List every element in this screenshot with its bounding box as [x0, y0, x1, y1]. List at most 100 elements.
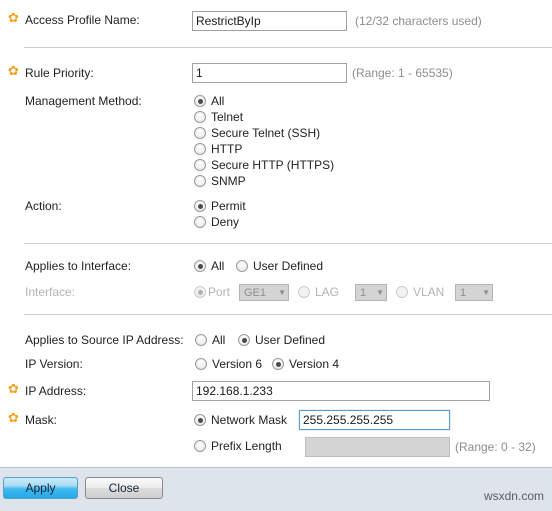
access-profile-name-label: Access Profile Name: — [25, 13, 140, 27]
radio-icon[interactable] — [236, 260, 248, 272]
rule-priority-label-row: Rule Priority: — [25, 66, 94, 80]
chevron-down-icon: ▼ — [482, 287, 490, 297]
asterisk-icon: ✿ — [8, 411, 19, 426]
interface-option-port: Port — [194, 285, 230, 299]
radio-icon[interactable] — [194, 440, 206, 452]
radio-icon[interactable] — [194, 95, 206, 107]
management-method-option-secure-telnet[interactable]: Secure Telnet (SSH) — [194, 126, 320, 140]
watermark: wsxdn.com — [483, 489, 544, 503]
interface-vlan-value: 1 — [460, 286, 467, 299]
ip-version-option-v4[interactable]: Version 4 — [272, 357, 339, 371]
action-option-deny[interactable]: Deny — [194, 215, 239, 229]
management-method-option-http[interactable]: HTTP — [194, 142, 242, 156]
rule-priority-label: Rule Priority: — [25, 66, 94, 80]
asterisk-icon: ✿ — [8, 382, 19, 397]
chevron-down-icon: ▼ — [278, 287, 286, 297]
access-profile-form: ✿ Access Profile Name: (12/32 characters… — [0, 0, 552, 467]
radio-icon[interactable] — [238, 334, 250, 346]
applies-to-interface-option-user-defined[interactable]: User Defined — [236, 259, 323, 273]
management-method-option-telnet[interactable]: Telnet — [194, 110, 243, 124]
radio-icon — [194, 286, 206, 298]
divider-3 — [24, 314, 552, 315]
access-profile-name-input[interactable] — [192, 11, 347, 31]
radio-icon[interactable] — [194, 414, 206, 426]
applies-to-interface-label-row: Applies to Interface: — [25, 259, 131, 273]
mask-label-row: Mask: — [25, 413, 57, 427]
radio-icon[interactable] — [194, 159, 206, 171]
radio-icon[interactable] — [194, 200, 206, 212]
asterisk-icon: ✿ — [8, 64, 19, 79]
management-method-option-label: Secure HTTP (HTTPS) — [211, 158, 335, 172]
management-method-option-snmp[interactable]: SNMP — [194, 174, 246, 188]
asterisk-icon: ✿ — [8, 11, 19, 26]
interface-label: Interface: — [25, 285, 76, 299]
apply-button[interactable]: Apply — [3, 477, 78, 499]
radio-icon[interactable] — [195, 334, 207, 346]
management-method-option-label: Secure Telnet (SSH) — [211, 126, 321, 140]
radio-icon[interactable] — [194, 127, 206, 139]
interface-option-vlan-label: VLAN — [413, 285, 445, 299]
radio-icon[interactable] — [194, 143, 206, 155]
mask-label: Mask: — [25, 413, 58, 427]
applies-to-source-ip-option-all[interactable]: All — [195, 333, 225, 347]
ip-address-input[interactable] — [192, 381, 490, 401]
interface-vlan-select: 1 ▼ — [455, 284, 493, 301]
network-mask-input[interactable] — [299, 410, 450, 430]
divider-1 — [24, 47, 552, 48]
management-method-option-label: All — [211, 94, 225, 108]
mask-network-mask-label: Network Mask — [211, 413, 288, 427]
applies-to-interface-option-label: User Defined — [253, 259, 324, 273]
management-method-label-row: Management Method: — [25, 94, 142, 108]
radio-icon[interactable] — [194, 216, 206, 228]
divider-2 — [24, 243, 552, 244]
prefix-length-hint: (Range: 0 - 32) — [455, 440, 536, 454]
interface-lag-select: 1 ▼ — [355, 284, 387, 301]
management-method-option-label: Telnet — [211, 110, 244, 124]
interface-label-row: Interface: — [25, 285, 75, 299]
action-option-label: Permit — [211, 199, 246, 213]
applies-to-source-ip-label: Applies to Source IP Address: — [25, 333, 184, 347]
management-method-option-label: HTTP — [211, 142, 243, 156]
radio-icon — [298, 286, 310, 298]
ip-address-label-row: IP Address: — [25, 384, 86, 398]
radio-icon — [396, 286, 408, 298]
radio-icon[interactable] — [194, 111, 206, 123]
interface-port-value: GE1 — [244, 286, 267, 299]
access-profile-name-label-row: Access Profile Name: — [25, 13, 140, 27]
management-method-option-secure-http[interactable]: Secure HTTP (HTTPS) — [194, 158, 334, 172]
ip-version-option-label: Version 4 — [289, 357, 340, 371]
interface-option-lag-label: LAG — [315, 285, 340, 299]
ip-version-option-label: Version 6 — [212, 357, 263, 371]
dialog-footer — [0, 467, 552, 511]
ip-version-label: IP Version: — [25, 357, 83, 371]
mask-option-prefix-length[interactable]: Prefix Length — [194, 439, 282, 453]
action-option-label: Deny — [211, 215, 240, 229]
radio-icon[interactable] — [194, 175, 206, 187]
radio-icon[interactable] — [272, 358, 284, 370]
applies-to-source-ip-option-label: All — [212, 333, 226, 347]
interface-lag-value: 1 — [360, 286, 367, 299]
radio-icon[interactable] — [194, 260, 206, 272]
mask-prefix-length-label: Prefix Length — [211, 439, 282, 453]
management-method-option-all[interactable]: All — [194, 94, 224, 108]
close-button[interactable]: Close — [85, 477, 163, 499]
ip-version-option-v6[interactable]: Version 6 — [195, 357, 262, 371]
interface-port-select: GE1 ▼ — [239, 284, 289, 301]
action-label: Action: — [25, 199, 62, 213]
interface-option-port-label: Port — [208, 285, 231, 299]
rule-priority-input[interactable] — [192, 63, 347, 83]
action-option-permit[interactable]: Permit — [194, 199, 246, 213]
applies-to-interface-option-all[interactable]: All — [194, 259, 224, 273]
applies-to-source-ip-option-user-defined[interactable]: User Defined — [238, 333, 325, 347]
management-method-label: Management Method: — [25, 94, 142, 108]
prefix-length-input — [305, 437, 450, 457]
applies-to-source-ip-option-label: User Defined — [255, 333, 326, 347]
mask-option-network-mask[interactable]: Network Mask — [194, 413, 287, 427]
ip-address-label: IP Address: — [25, 384, 87, 398]
access-profile-name-hint: (12/32 characters used) — [355, 14, 482, 28]
applies-to-interface-label: Applies to Interface: — [25, 259, 132, 273]
chevron-down-icon: ▼ — [376, 287, 384, 297]
rule-priority-hint: (Range: 1 - 65535) — [352, 66, 453, 80]
ip-version-label-row: IP Version: — [25, 357, 83, 371]
radio-icon[interactable] — [195, 358, 207, 370]
